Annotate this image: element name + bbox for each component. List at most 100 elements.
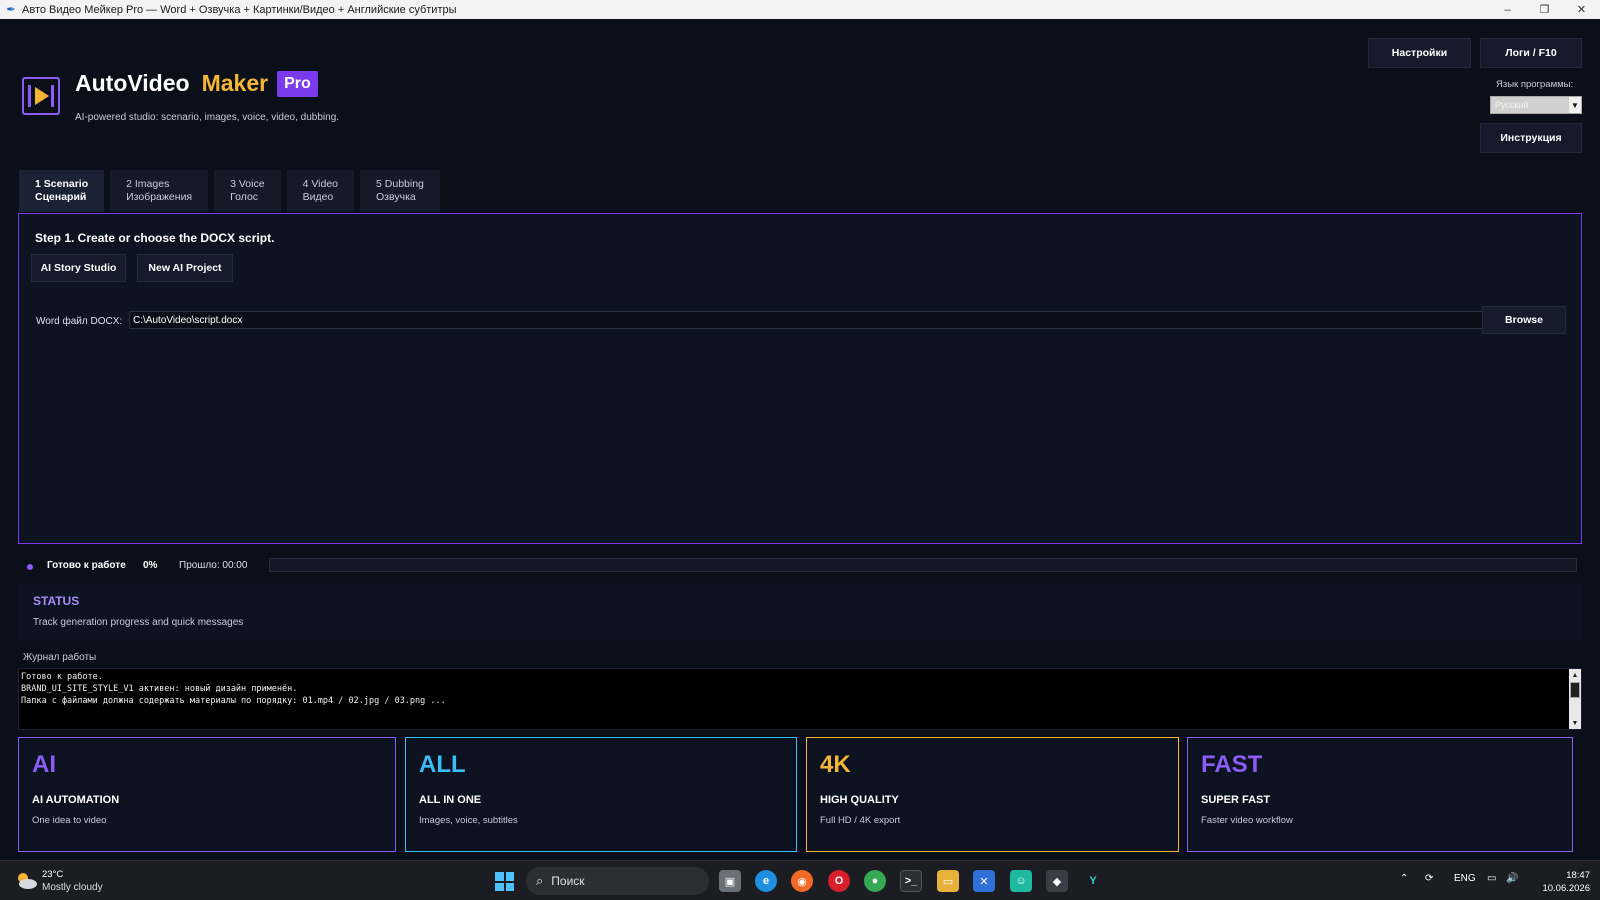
- window-title: Авто Видео Мейкер Pro — Word + Озвучка +…: [22, 3, 457, 16]
- tab-video-line2: Видео: [302, 190, 334, 203]
- tab-images[interactable]: 2 Images Изображения: [110, 170, 209, 212]
- tab-voice-line2: Голос: [230, 190, 259, 203]
- minimize-button[interactable]: –: [1489, 0, 1526, 19]
- windows-start-icon[interactable]: [495, 872, 514, 891]
- log-text: Готово к работе. BRAND_UI_SITE_STYLE_V1 …: [21, 672, 446, 706]
- sync-icon[interactable]: ⟳: [1425, 873, 1433, 884]
- tab-scenario-line2: Сценарий: [35, 190, 87, 203]
- firefox-icon[interactable]: ◉: [791, 870, 813, 892]
- tab-scenario-line1: 1 Scenario: [35, 178, 89, 190]
- chevron-down-icon[interactable]: ▼: [1569, 97, 1581, 113]
- taskbar-clock[interactable]: 18:47 10.06.2026: [1536, 869, 1590, 895]
- tab-scenario[interactable]: 1 Scenario Сценарий: [19, 170, 105, 212]
- windows-taskbar: 23°C Mostly cloudy ⌕ Поиск ▣ e ◉ O ● >_ …: [0, 860, 1600, 900]
- logs-button[interactable]: Логи / F10: [1480, 38, 1582, 68]
- feature-card-big: FAST: [1201, 751, 1263, 778]
- search-icon: ⌕: [536, 873, 544, 888]
- feature-card-title: HIGH QUALITY: [820, 794, 899, 806]
- close-button[interactable]: ✕: [1563, 0, 1600, 19]
- feature-card-big: AI: [32, 751, 56, 778]
- ai-story-studio-button[interactable]: AI Story Studio: [31, 254, 126, 282]
- brand-title: AutoVideo Maker Pro: [75, 70, 318, 97]
- feature-card-desc: Full HD / 4K export: [820, 815, 901, 826]
- feature-card-all: ALL ALL IN ONE Images, voice, subtitles: [405, 737, 797, 852]
- vscode-icon[interactable]: ✕: [973, 870, 995, 892]
- tab-voice[interactable]: 3 Voice Голос: [214, 170, 281, 212]
- cloudy-weather-icon[interactable]: [14, 870, 38, 892]
- log-scrollbar[interactable]: ▲ ▼: [1569, 669, 1581, 729]
- feature-card-big: 4K: [820, 751, 851, 778]
- feature-card-desc: One idea to video: [32, 815, 107, 826]
- browse-button[interactable]: Browse: [1482, 306, 1566, 334]
- feature-card-desc: Images, voice, subtitles: [419, 815, 518, 826]
- scroll-thumb[interactable]: [1570, 682, 1580, 698]
- language-select[interactable]: Русский ▼: [1490, 96, 1582, 114]
- app-y-icon[interactable]: Y: [1082, 870, 1104, 892]
- progress-percent: 0%: [143, 560, 158, 571]
- progress-bar: [269, 558, 1577, 572]
- status-heading: STATUS: [33, 594, 80, 608]
- instructions-button[interactable]: Инструкция: [1480, 123, 1582, 153]
- tab-dubbing[interactable]: 5 Dubbing Озвучка: [360, 170, 440, 212]
- docx-file-label: Word файл DOCX:: [36, 316, 123, 327]
- new-ai-project-button[interactable]: New AI Project: [137, 254, 233, 282]
- file-explorer-icon[interactable]: ▭: [937, 870, 959, 892]
- brand-word-maker: Maker: [201, 70, 269, 96]
- opera-icon[interactable]: O: [828, 870, 850, 892]
- taskbar-search-placeholder: Поиск: [551, 874, 585, 888]
- scenario-panel: Step 1. Create or choose the DOCX script…: [18, 213, 1582, 544]
- elapsed-time: Прошло: 00:00: [179, 560, 248, 571]
- brand-pro-badge: Pro: [277, 70, 318, 97]
- status-text: Готово к работе: [47, 560, 126, 571]
- app-feather-icon: ✒: [6, 4, 16, 16]
- edge-browser-icon[interactable]: e: [755, 870, 777, 892]
- feature-card-title: ALL IN ONE: [419, 794, 482, 806]
- tab-video[interactable]: 4 Video Видео: [286, 170, 355, 212]
- step-tabs: 1 Scenario Сценарий 2 Images Изображения…: [19, 170, 446, 212]
- clock-time: 18:47: [1566, 870, 1590, 881]
- maximize-button[interactable]: ❐: [1526, 0, 1563, 19]
- weather-temp[interactable]: 23°C: [42, 869, 63, 880]
- volume-icon[interactable]: 🔊: [1506, 873, 1518, 884]
- status-dot-icon: [27, 564, 33, 570]
- scroll-down-icon[interactable]: ▼: [1570, 718, 1580, 728]
- tray-chevron-up-icon[interactable]: ⌃: [1400, 873, 1408, 884]
- feature-card-title: AI AUTOMATION: [32, 794, 120, 806]
- taskbar-search[interactable]: ⌕ Поиск: [526, 867, 709, 895]
- scroll-up-icon[interactable]: ▲: [1570, 670, 1580, 680]
- task-view-icon[interactable]: ▣: [719, 870, 741, 892]
- app-logo-play-icon: [22, 77, 60, 115]
- language-label: Язык программы:: [1496, 79, 1574, 90]
- settings-button[interactable]: Настройки: [1368, 38, 1471, 68]
- tab-dubbing-line1: 5 Dubbing: [376, 178, 424, 190]
- tagline: AI-powered studio: scenario, images, voi…: [75, 112, 340, 123]
- window-titlebar: ✒ Авто Видео Мейкер Pro — Word + Озвучка…: [0, 0, 1600, 19]
- input-language[interactable]: ENG: [1454, 873, 1476, 884]
- clock-date: 10.06.2026: [1542, 883, 1590, 894]
- weather-condition[interactable]: Mostly cloudy: [42, 882, 103, 893]
- feature-card-desc: Faster video workflow: [1201, 815, 1293, 826]
- language-select-value: Русский: [1495, 100, 1529, 110]
- tab-voice-line1: 3 Voice: [230, 178, 265, 190]
- tab-dubbing-line2: Озвучка: [376, 190, 416, 203]
- step-title: Step 1. Create or choose the DOCX script…: [35, 231, 275, 245]
- tab-images-line1: 2 Images: [126, 178, 170, 190]
- feature-card-ai: AI AI AUTOMATION One idea to video: [18, 737, 396, 852]
- brand-word-autovideo: AutoVideo: [75, 70, 190, 96]
- status-subtitle: Track generation progress and quick mess…: [33, 617, 244, 628]
- feature-card-4k: 4K HIGH QUALITY Full HD / 4K export: [806, 737, 1179, 852]
- feature-card-big: ALL: [419, 751, 466, 778]
- chat-app-icon[interactable]: ☺: [1010, 870, 1032, 892]
- tab-video-line1: 4 Video: [302, 178, 339, 190]
- tab-images-line2: Изображения: [126, 190, 193, 203]
- python-app-icon[interactable]: ◆: [1046, 870, 1068, 892]
- feature-card-fast: FAST SUPER FAST Faster video workflow: [1187, 737, 1573, 852]
- network-icon[interactable]: ▭: [1487, 873, 1496, 884]
- docx-path-input[interactable]: [129, 311, 1492, 329]
- log-console[interactable]: Готово к работе. BRAND_UI_SITE_STYLE_V1 …: [18, 668, 1582, 730]
- log-label: Журнал работы: [23, 652, 97, 663]
- feature-card-title: SUPER FAST: [1201, 794, 1271, 806]
- chrome-icon[interactable]: ●: [864, 870, 886, 892]
- terminal-icon[interactable]: >_: [900, 870, 922, 892]
- status-section: STATUS Track generation progress and qui…: [18, 584, 1582, 640]
